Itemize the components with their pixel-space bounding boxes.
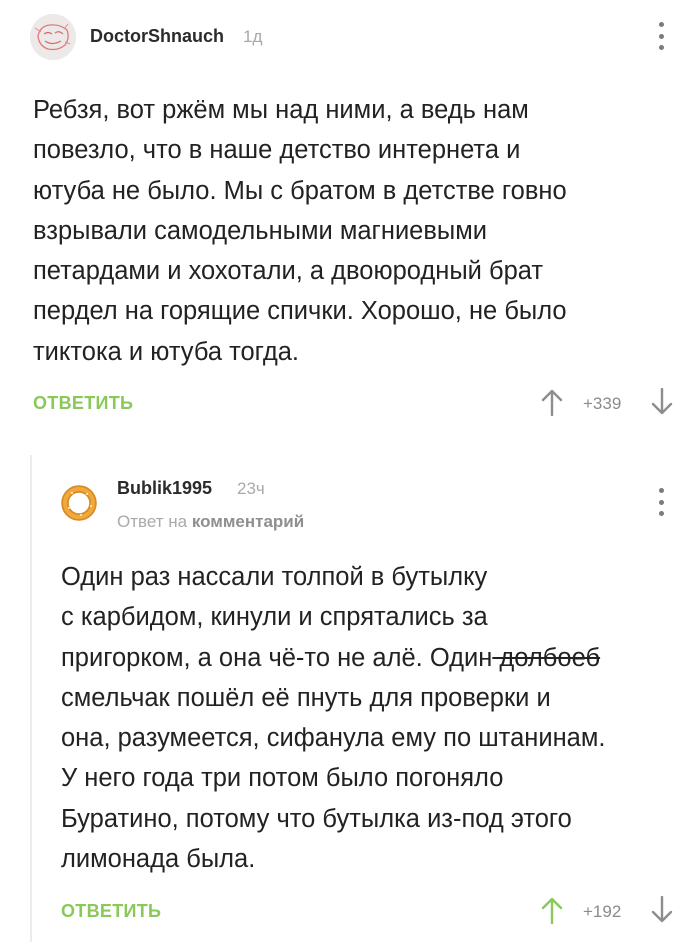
comment-time: 1д xyxy=(243,27,263,46)
comment-line: Один раз нассали толпой в бутылку xyxy=(61,563,488,591)
comment-line: смельчак пошёл её пнуть для проверки и xyxy=(61,683,551,712)
more-vertical-icon[interactable] xyxy=(655,22,667,50)
strikethrough-text: долбоеб xyxy=(492,643,601,672)
comment-body: Один раз нассали толпой в бутылку с карб… xyxy=(61,557,681,879)
comment-top: DoctorShnauch 1д Ребзя, вот ржём мы над … xyxy=(0,0,700,430)
comment-line: Буратино, потому что бутылка из-под этог… xyxy=(61,804,572,833)
thread-line[interactable] xyxy=(30,455,32,942)
username[interactable]: Bublik1995 xyxy=(117,478,212,499)
reply-button[interactable]: ОТВЕТИТЬ xyxy=(61,901,161,922)
comment-line: пердел на горящие спички. Хорошо, не был… xyxy=(33,297,567,326)
reply-to-prefix: Ответ на xyxy=(117,512,188,531)
comment-line: она, разумеется, сифанула ему по штанина… xyxy=(61,724,606,753)
avatar-sketch-icon xyxy=(30,14,76,60)
more-vertical-icon[interactable] xyxy=(655,488,667,516)
comment-time: 23ч xyxy=(237,479,265,498)
bagel-icon xyxy=(61,485,97,521)
arrow-up-icon[interactable] xyxy=(541,388,563,421)
comment-line: повезло, что в наше детство интернета и xyxy=(33,136,521,165)
comment-line: тиктока и ютуба тогда. xyxy=(33,337,299,366)
comment-line: взрывали самодельными магниевыми xyxy=(33,216,488,245)
reply-button[interactable]: ОТВЕТИТЬ xyxy=(33,393,133,414)
bagel-avatar[interactable] xyxy=(60,484,98,522)
comment-line: Ребзя, вот ржём мы над ними, а ведь нам xyxy=(33,96,529,124)
arrow-down-icon[interactable] xyxy=(651,895,673,929)
comment-line: петардами и хохотали, а двоюродный брат xyxy=(33,257,544,286)
comment-line: У него года три потом было погоняло xyxy=(61,764,504,793)
arrow-up-icon[interactable] xyxy=(541,896,563,929)
username[interactable]: DoctorShnauch xyxy=(90,26,224,47)
reply-to-link[interactable]: комментарий xyxy=(192,512,304,531)
comment-line: ютуба не было. Мы с братом в детстве гов… xyxy=(33,176,567,205)
comment-body: Ребзя, вот ржём мы над ними, а ведь нам … xyxy=(33,90,673,372)
vote-score: +339 xyxy=(583,394,622,413)
arrow-down-icon[interactable] xyxy=(651,387,673,421)
comment-line: лимонада была. xyxy=(61,845,256,874)
comment-text: пригорком, а она чё-то не алё. Один xyxy=(61,643,493,672)
avatar[interactable] xyxy=(30,14,76,60)
vote-score: +192 xyxy=(583,902,622,921)
comment-line: пригорком, а она чё-то не алё. Один долб… xyxy=(61,638,681,678)
comment-line: с карбидом, кинули и спрятались за xyxy=(61,603,488,632)
reply-to-label: Ответ на комментарий xyxy=(117,512,304,532)
